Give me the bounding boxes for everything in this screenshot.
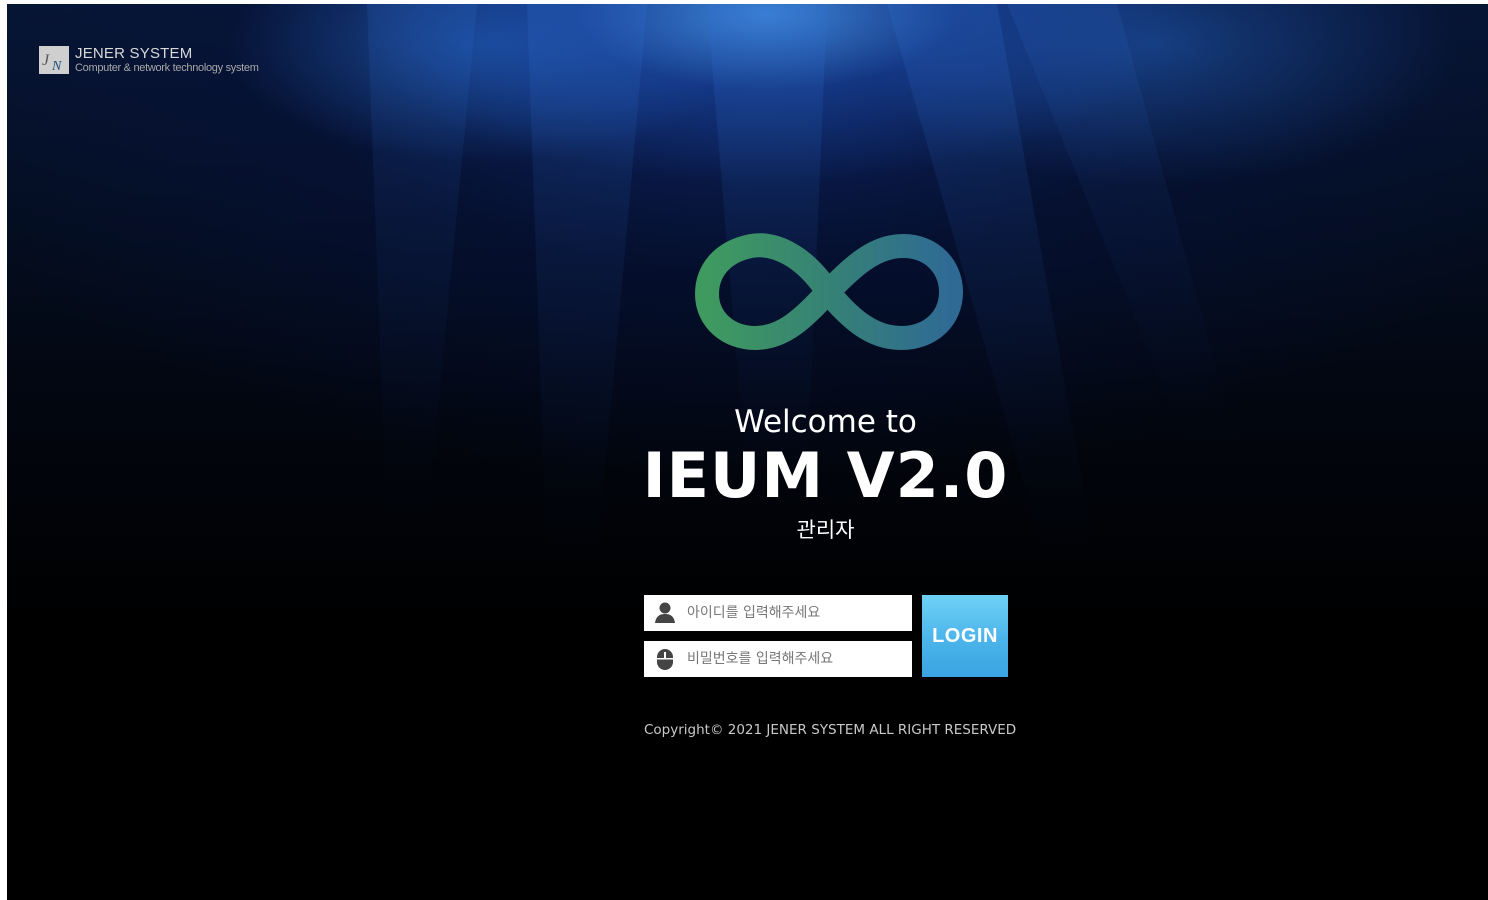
brand-name: JENER SYSTEM bbox=[75, 45, 193, 62]
welcome-text: Welcome to bbox=[734, 404, 917, 440]
brand-tagline: Computer & network technology system bbox=[75, 62, 259, 74]
login-button[interactable]: LOGIN bbox=[922, 595, 1008, 677]
svg-text:J: J bbox=[42, 52, 50, 69]
brand: J N JENER SYSTEM Computer & network tech… bbox=[39, 46, 259, 74]
password-field[interactable] bbox=[644, 641, 912, 677]
jener-system-logo: J N bbox=[39, 46, 69, 74]
login-screen: J N JENER SYSTEM Computer & network tech… bbox=[7, 4, 1488, 900]
user-id-input[interactable] bbox=[685, 604, 909, 622]
copyright-text: Copyright© 2021 JENER SYSTEM ALL RIGHT R… bbox=[644, 722, 1017, 738]
role-label: 관리자 bbox=[796, 518, 855, 542]
user-icon bbox=[655, 602, 675, 623]
lock-icon bbox=[657, 649, 673, 670]
user-id-field[interactable] bbox=[644, 595, 912, 631]
password-input[interactable] bbox=[685, 650, 909, 668]
svg-text:N: N bbox=[51, 59, 62, 74]
product-title: IEUM V2.0 bbox=[642, 439, 1009, 512]
infinity-icon bbox=[695, 233, 963, 350]
